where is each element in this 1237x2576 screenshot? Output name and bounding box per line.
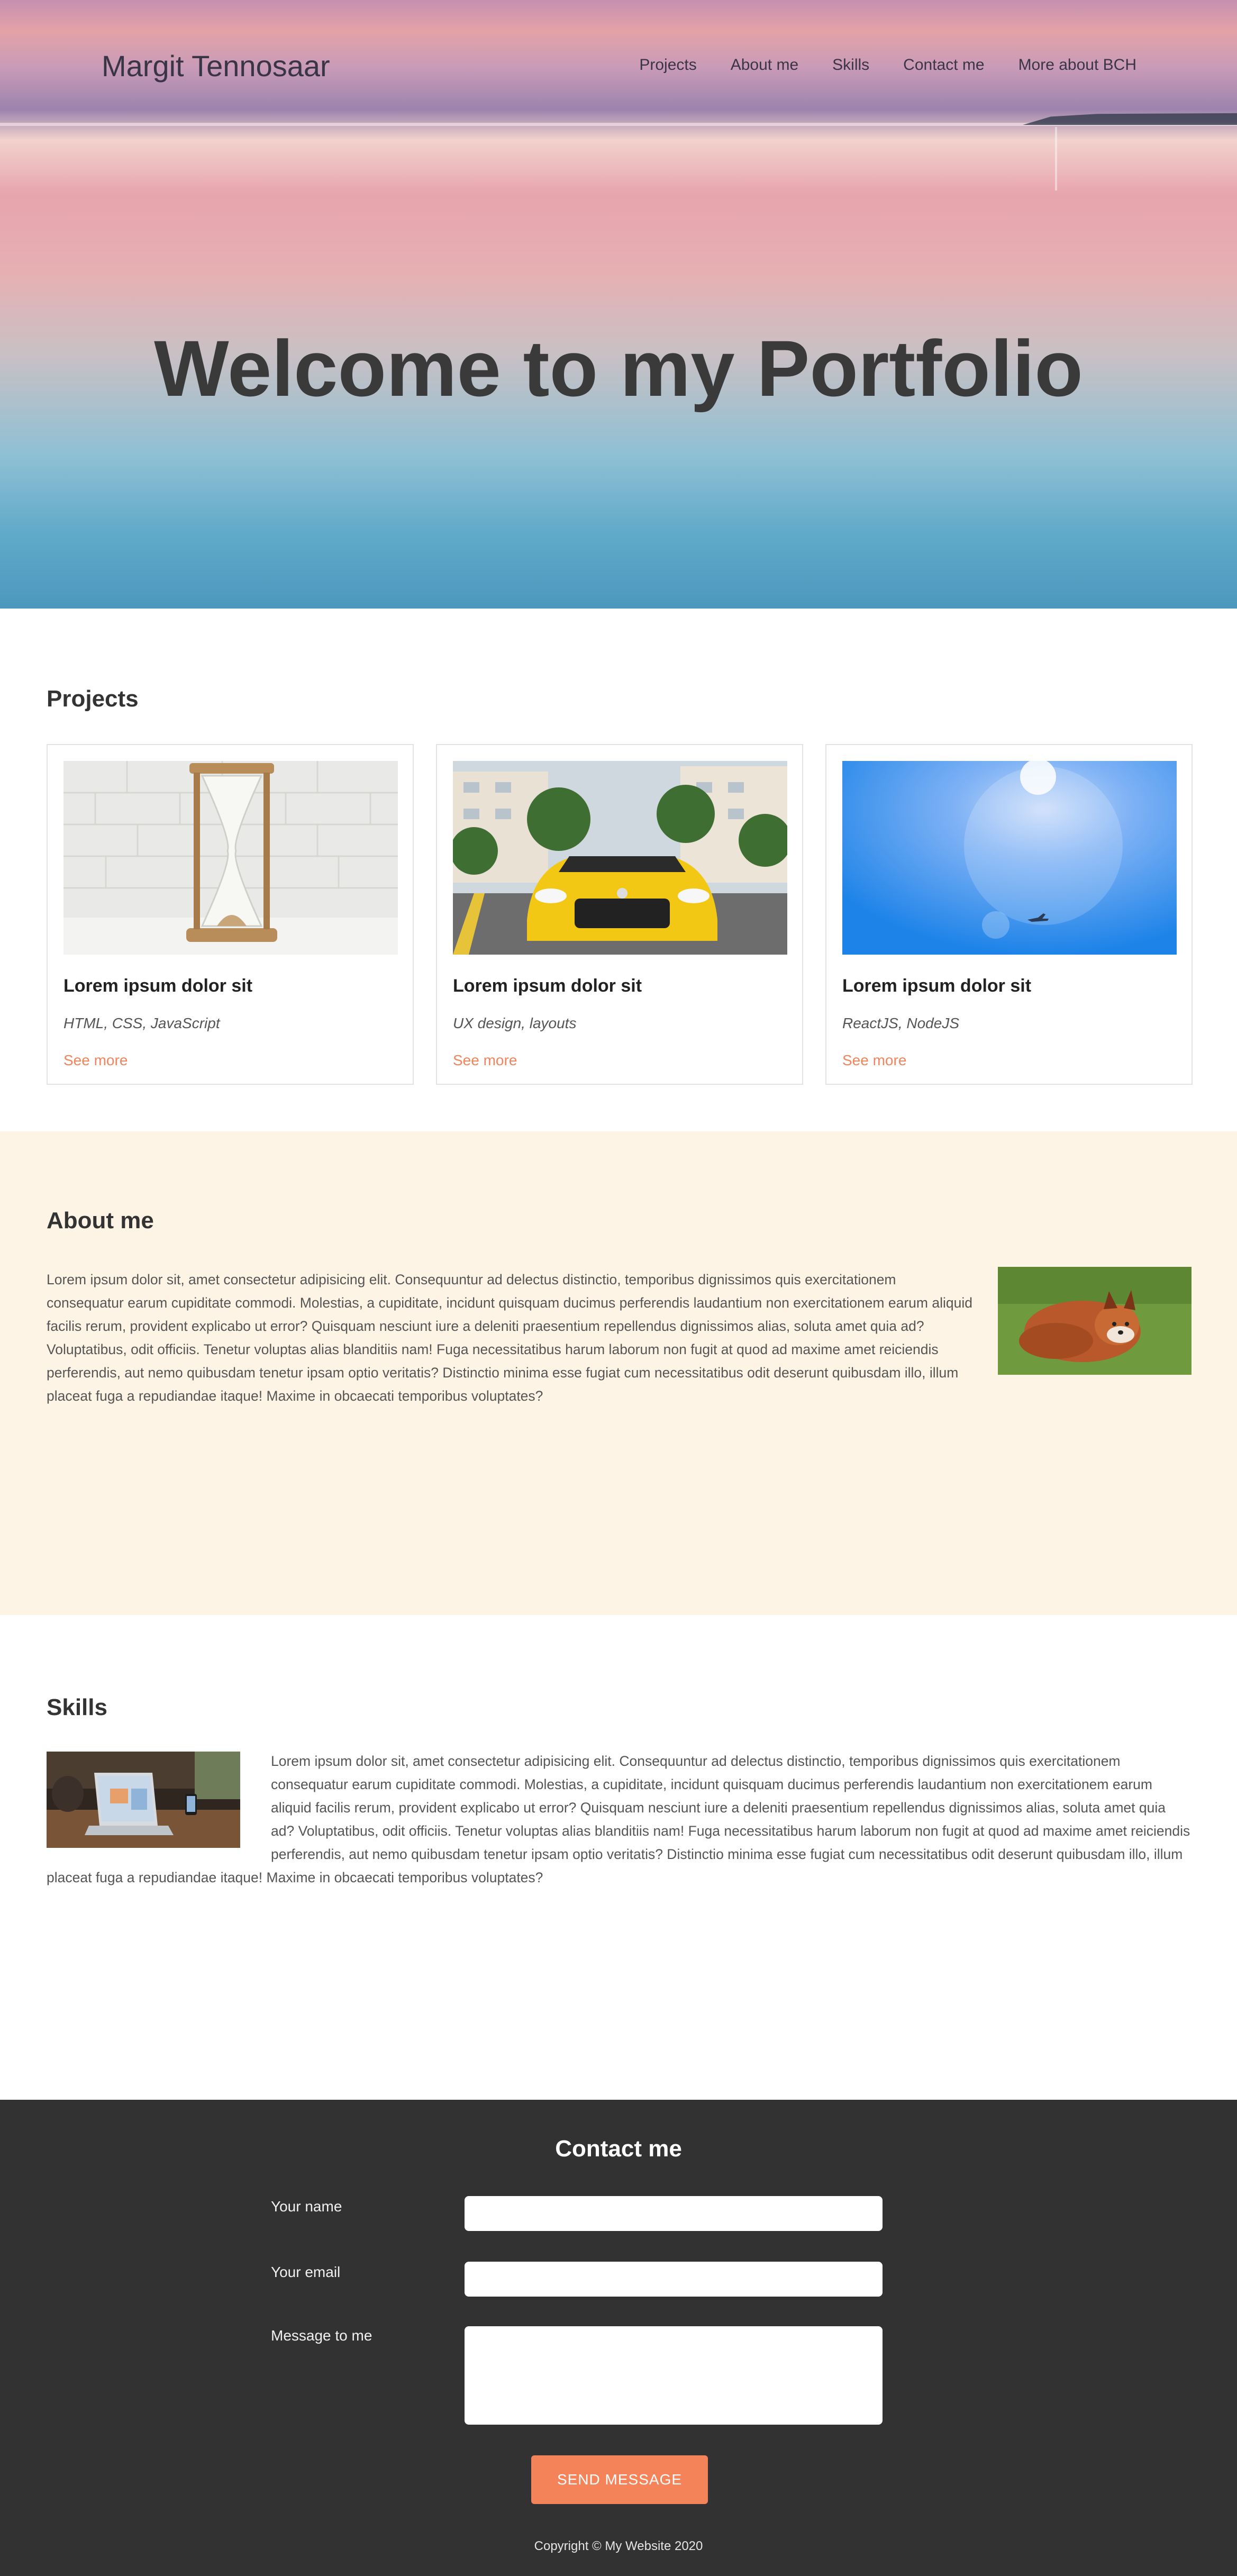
project-tags: HTML, CSS, JavaScript xyxy=(63,1015,220,1031)
send-message-button[interactable]: SEND MESSAGE xyxy=(531,2455,708,2504)
nav-more-about-bch[interactable]: More about BCH xyxy=(1018,56,1136,74)
distant-shore xyxy=(1023,113,1237,125)
project-card-2: Lorem ipsum dolor sit UX design, layouts… xyxy=(436,744,803,1085)
yellow-car-image xyxy=(453,761,787,955)
main-nav: Projects About me Skills Contact me More… xyxy=(639,56,1136,74)
see-more-link[interactable]: See more xyxy=(453,1052,517,1069)
nav-contact-me[interactable]: Contact me xyxy=(903,56,984,74)
name-input[interactable] xyxy=(465,2196,883,2231)
email-input[interactable] xyxy=(465,2262,883,2297)
project-title: Lorem ipsum dolor sit xyxy=(63,976,253,996)
contact-footer: Contact me Your name Your email Message … xyxy=(0,2100,1237,2576)
hero-title: Welcome to my Portfolio xyxy=(154,324,1083,413)
contact-heading: Contact me xyxy=(555,2136,682,2162)
message-textarea[interactable] xyxy=(465,2326,883,2425)
see-more-link[interactable]: See more xyxy=(63,1052,128,1069)
copyright-text: Copyright © My Website 2020 xyxy=(534,2539,703,2553)
nav-about-me[interactable]: About me xyxy=(731,56,798,74)
email-label: Your email xyxy=(271,2264,341,2280)
fox-image xyxy=(998,1267,1191,1375)
project-tags: ReactJS, NodeJS xyxy=(842,1015,959,1031)
light-reflection xyxy=(1055,127,1057,191)
project-title: Lorem ipsum dolor sit xyxy=(453,976,642,996)
nav-skills[interactable]: Skills xyxy=(832,56,869,74)
nav-projects[interactable]: Projects xyxy=(639,56,696,74)
project-card-3: Lorem ipsum dolor sit ReactJS, NodeJS Se… xyxy=(825,744,1193,1085)
project-tags: UX design, layouts xyxy=(453,1015,577,1031)
see-more-link[interactable]: See more xyxy=(842,1052,906,1069)
name-label: Your name xyxy=(271,2198,342,2215)
hero-banner: Margit Tennosaar Projects About me Skill… xyxy=(0,0,1237,609)
project-title: Lorem ipsum dolor sit xyxy=(842,976,1032,996)
about-text: Lorem ipsum dolor sit, amet consectetur … xyxy=(47,1272,972,1404)
image-float-spacer xyxy=(47,1749,271,1850)
message-label: Message to me xyxy=(271,2327,372,2344)
blue-sky-image xyxy=(842,761,1177,955)
hourglass-image xyxy=(63,761,398,955)
skills-heading: Skills xyxy=(47,1694,107,1720)
site-brand[interactable]: Margit Tennosaar xyxy=(102,49,330,83)
projects-heading: Projects xyxy=(47,686,139,712)
project-card-1: Lorem ipsum dolor sit HTML, CSS, JavaScr… xyxy=(47,744,414,1085)
about-section: About me Lorem ipsum dolor sit, amet con… xyxy=(0,1131,1237,1615)
skills-text: Lorem ipsum dolor sit, amet consectetur … xyxy=(47,1749,1190,1889)
about-heading: About me xyxy=(47,1208,154,1233)
